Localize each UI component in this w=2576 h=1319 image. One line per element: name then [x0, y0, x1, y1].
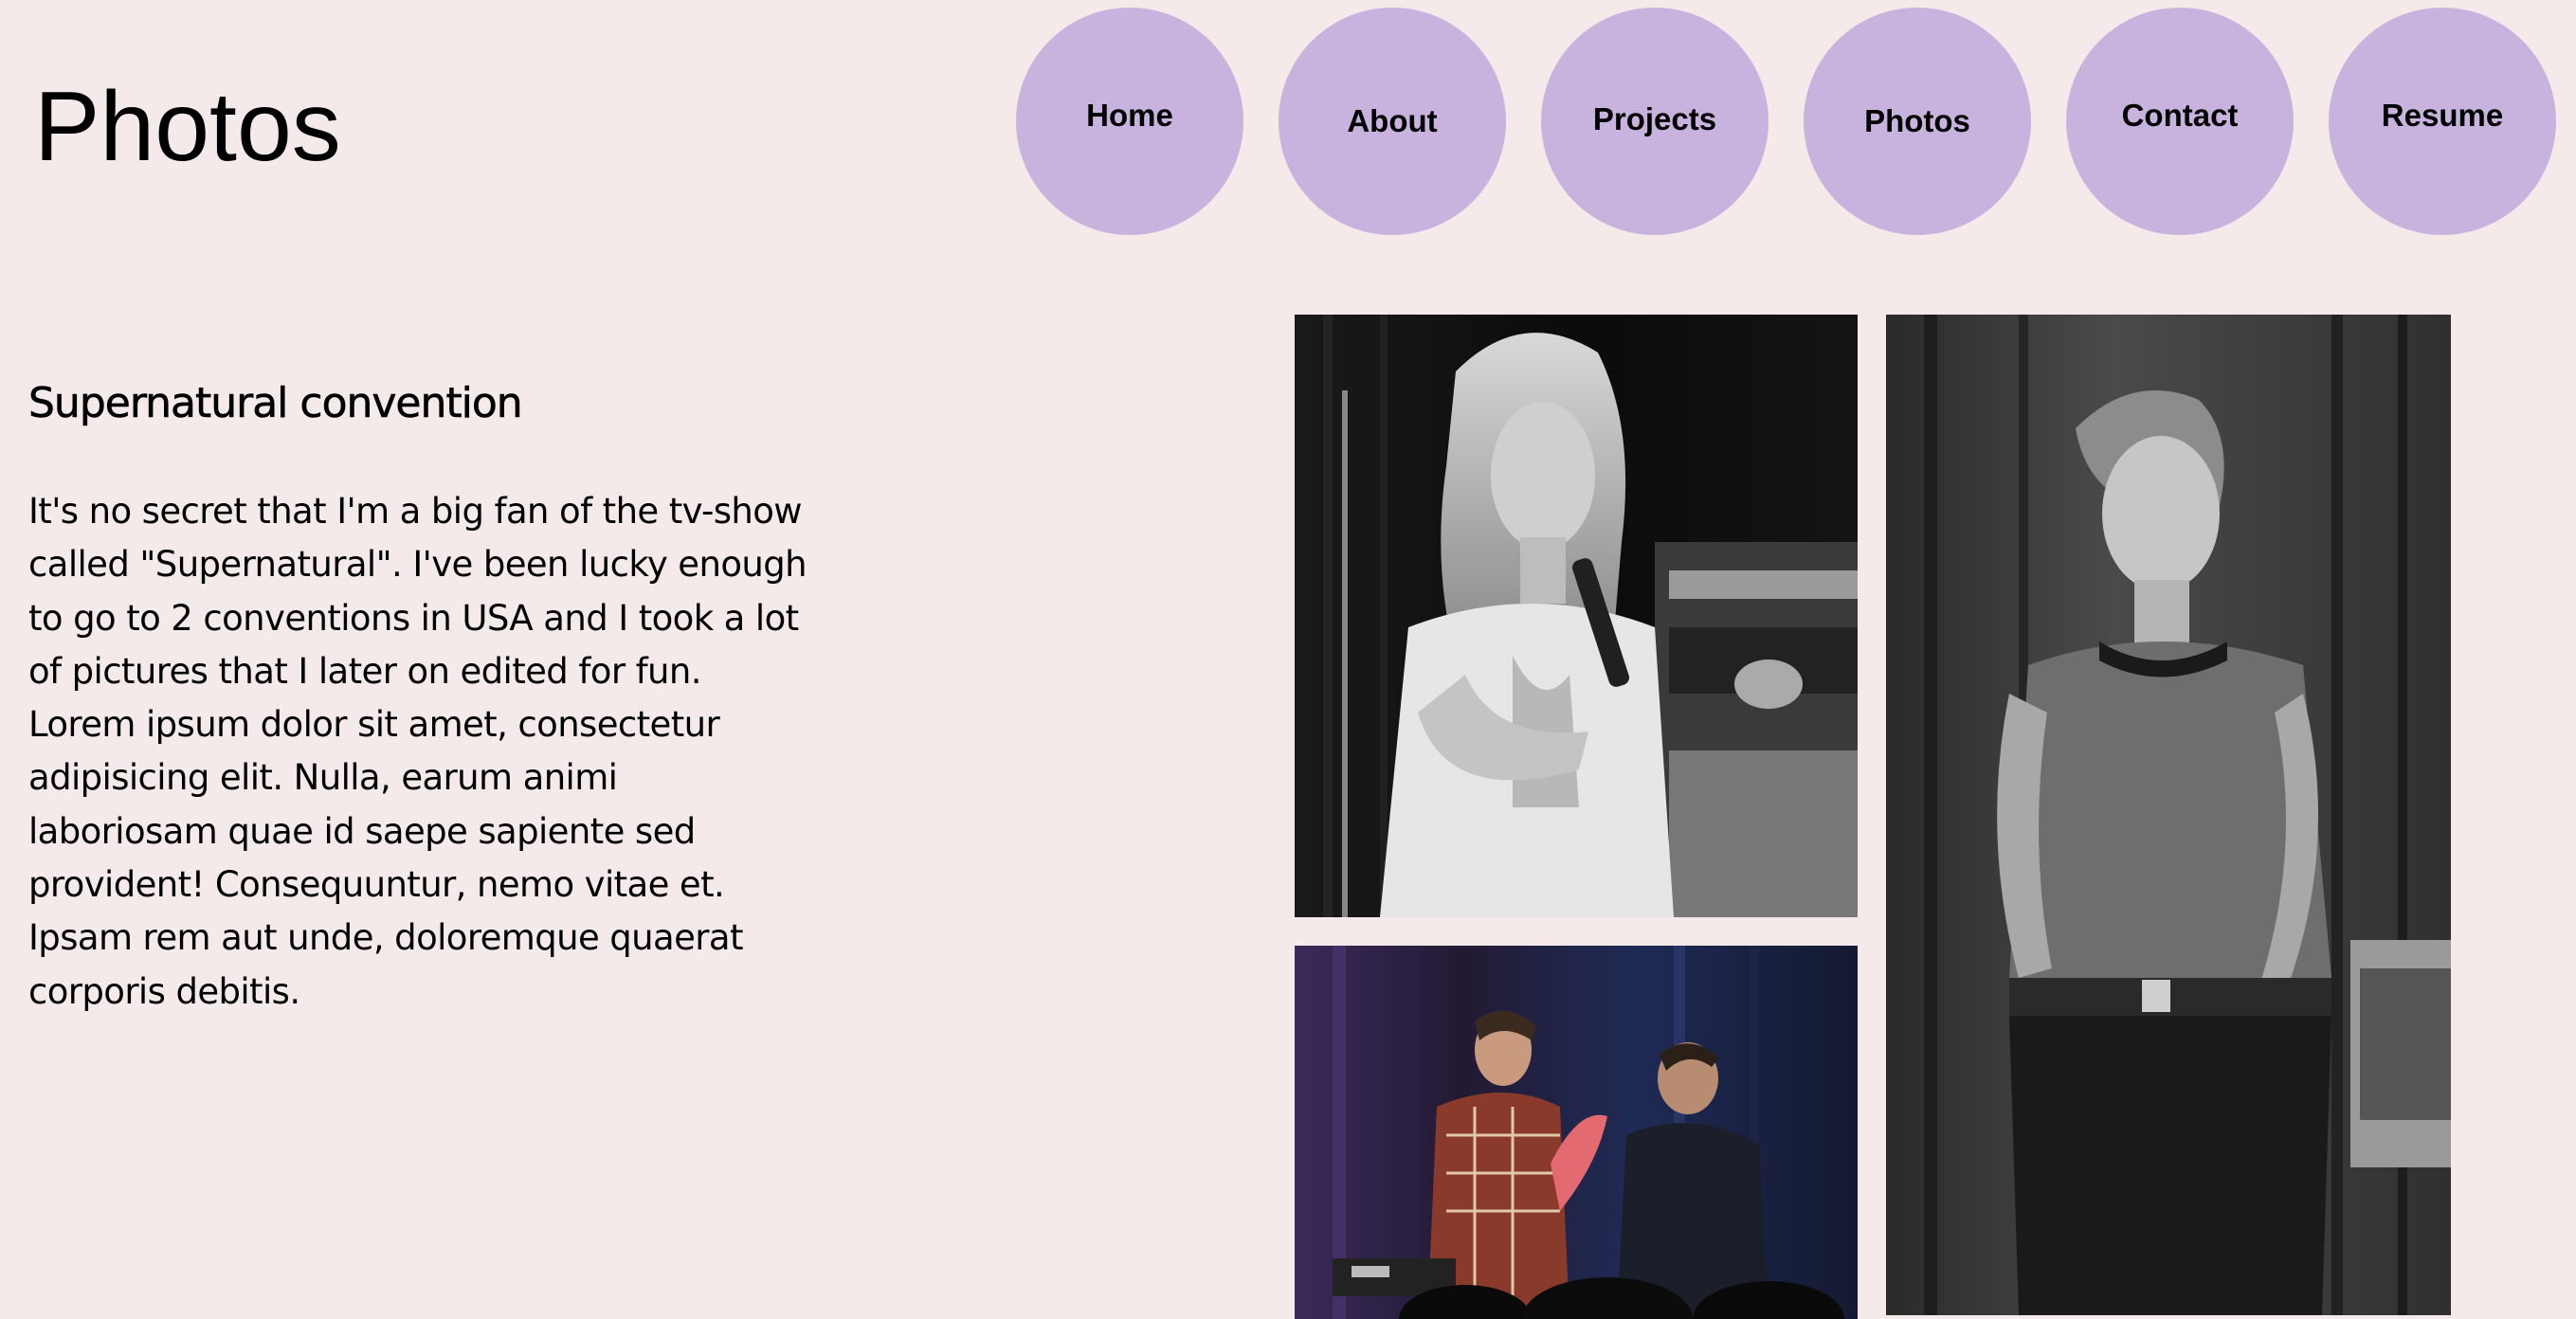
section-heading: Supernatural convention [28, 379, 523, 428]
woman-smiling-photo[interactable] [1886, 315, 2451, 1315]
nav-contact-label: Contact [2121, 98, 2239, 133]
nav-resume-button[interactable]: Resume [2329, 8, 2556, 235]
page-title: Photos [34, 72, 341, 182]
nav-home-label: Home [1086, 98, 1173, 133]
main-nav: Home About Projects Photos Contact Resum… [1016, 8, 2556, 235]
nav-photos-button[interactable]: Photos [1804, 8, 2031, 235]
nav-resume-label: Resume [2381, 98, 2504, 133]
nav-home-button[interactable]: Home [1016, 8, 1243, 235]
nav-projects-label: Projects [1592, 101, 1717, 136]
nav-photos-label: Photos [1864, 103, 1970, 138]
section-description: It's no secret that I'm a big fan of the… [28, 491, 807, 1012]
two-men-on-stage-photo[interactable] [1295, 946, 1858, 1319]
nav-projects-button[interactable]: Projects [1541, 8, 1769, 235]
nav-about-button[interactable]: About [1279, 8, 1506, 235]
woman-with-microphone-photo[interactable] [1295, 315, 1858, 917]
nav-about-label: About [1347, 103, 1438, 138]
nav-contact-button[interactable]: Contact [2066, 8, 2294, 235]
